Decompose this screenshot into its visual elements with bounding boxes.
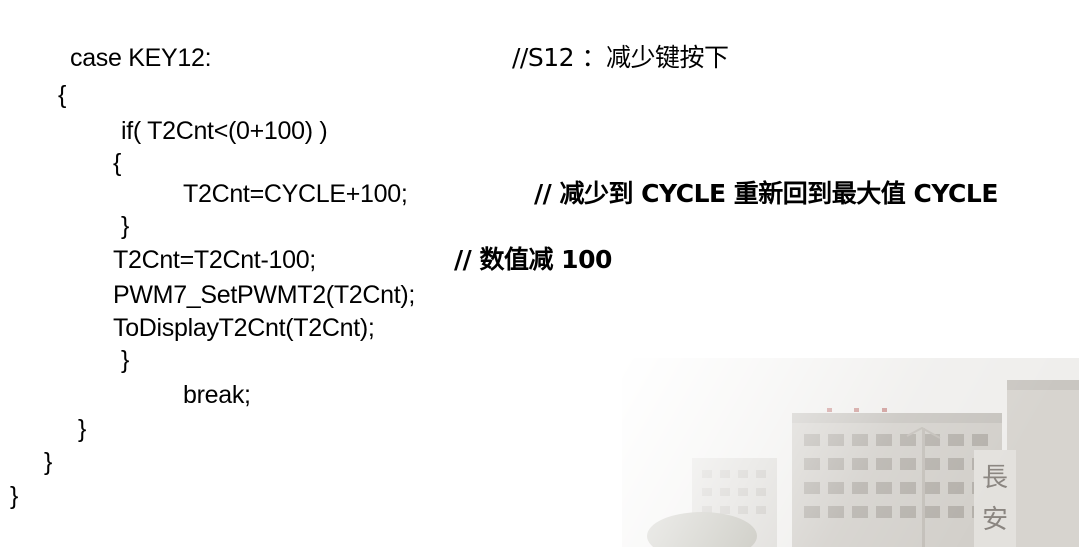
code-line-case: case KEY12: bbox=[70, 44, 212, 72]
code-line-brace-close-2: } bbox=[121, 212, 130, 240]
sign-char-1: 長 bbox=[982, 463, 1008, 493]
campus-building-photo: 長 安 bbox=[622, 358, 1079, 547]
code-line-brace-open-1: { bbox=[58, 81, 67, 109]
code-line-assign-cycle: T2Cnt=CYCLE+100; bbox=[183, 180, 408, 208]
comment-decrement: // 数值减 100 bbox=[454, 245, 612, 274]
code-line-brace-close-3: } bbox=[121, 346, 130, 374]
code-line-decrement: T2Cnt=T2Cnt-100; bbox=[113, 246, 316, 274]
sign-char-2: 安 bbox=[982, 505, 1008, 535]
code-line-brace-close-6: } bbox=[10, 482, 19, 510]
comment-reset-cycle: // 减少到 CYCLE 重新回到最大值 CYCLE bbox=[534, 179, 998, 208]
code-line-if: if( T2Cnt<(0+100) ) bbox=[121, 117, 328, 145]
code-line-set-pwm: PWM7_SetPWMT2(T2Cnt); bbox=[113, 281, 416, 309]
code-line-break: break; bbox=[183, 381, 251, 409]
code-line-brace-close-4: } bbox=[78, 415, 87, 443]
code-line-display: ToDisplayT2Cnt(T2Cnt); bbox=[113, 314, 375, 342]
comment-s12: //S12 ：减少键按下 bbox=[512, 43, 729, 72]
code-line-brace-close-5: } bbox=[44, 448, 53, 476]
code-line-brace-open-2: { bbox=[113, 149, 122, 177]
campus-building-illustration: 長 安 bbox=[622, 358, 1079, 547]
slide: case KEY12: //S12 ：减少键按下 { if( T2Cnt<(0+… bbox=[0, 0, 1079, 547]
